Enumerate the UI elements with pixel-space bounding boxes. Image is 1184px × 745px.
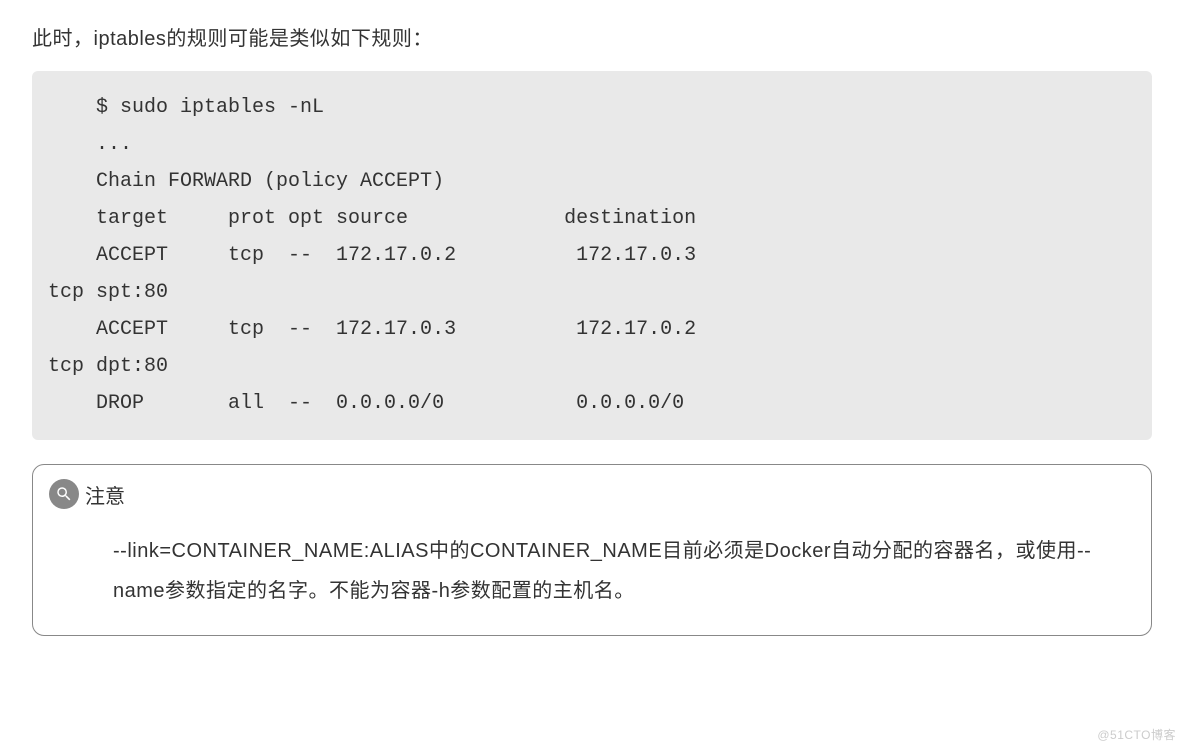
note-header: 注意 (33, 465, 1151, 509)
note-body: --link=CONTAINER_NAME:ALIAS中的CONTAINER_N… (33, 509, 1151, 635)
code-block: $ sudo iptables -nL ... Chain FORWARD (p… (32, 71, 1152, 440)
intro-paragraph: 此时，iptables的规则可能是类似如下规则： (32, 22, 1152, 51)
note-box: 注意 --link=CONTAINER_NAME:ALIAS中的CONTAINE… (32, 464, 1152, 636)
watermark: @51CTO博客 (1097, 726, 1176, 743)
magnifier-icon (49, 479, 79, 509)
note-title: 注意 (85, 480, 125, 509)
